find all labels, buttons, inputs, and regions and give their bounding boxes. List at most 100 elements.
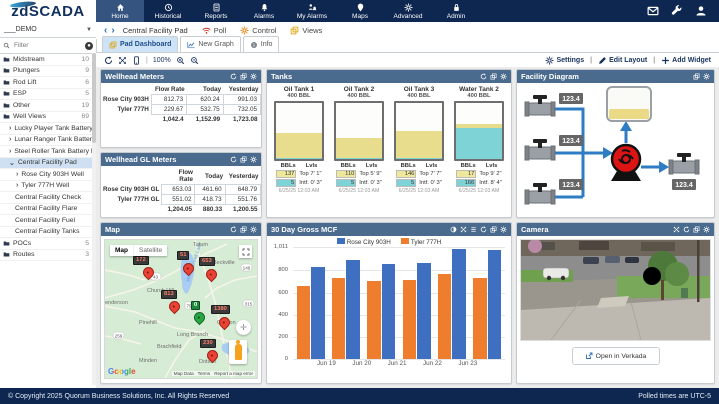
map-marker-label[interactable]: 653	[199, 257, 215, 266]
nav-item-home[interactable]: Home	[96, 0, 144, 22]
nav-item-alarms[interactable]: Alarms	[240, 0, 288, 22]
sidebar-item-central-facility-check[interactable]: Central Facility Check	[0, 192, 96, 204]
nav-item-advanced[interactable]: Advanced	[384, 0, 432, 22]
chart-bar[interactable]	[487, 249, 502, 359]
map-data-link[interactable]: Map Data	[174, 371, 194, 376]
gear-icon[interactable]	[500, 73, 507, 80]
map-type-satellite-button[interactable]: Satellite	[133, 245, 168, 256]
chart-bar[interactable]	[296, 285, 311, 359]
map-fullscreen-button[interactable]	[239, 245, 252, 258]
nav-item-admin[interactable]: Admin	[432, 0, 480, 22]
chart-bar[interactable]	[402, 280, 417, 359]
map-marker-label[interactable]: 813	[161, 290, 177, 299]
expand-icon[interactable]	[673, 226, 680, 233]
map-marker-label[interactable]: 172	[133, 256, 149, 265]
nav-item-maps[interactable]: Maps	[336, 0, 384, 22]
refresh-icon[interactable]	[230, 226, 237, 233]
control-button[interactable]: Control	[240, 26, 276, 35]
sidebar-item-central-facility-tanks[interactable]: Central Facility Tanks	[0, 227, 96, 238]
chart-bar[interactable]	[332, 278, 346, 359]
nav-item-historical[interactable]: Historical	[144, 0, 192, 22]
sidebar-item-lunar-ranger[interactable]: ›Lunar Ranger Tank Battery Pad	[0, 135, 96, 146]
open-in-verkada-button[interactable]: Open in Verkada	[571, 347, 660, 365]
chart-bar[interactable]	[473, 277, 487, 359]
gear-icon[interactable]	[250, 226, 257, 233]
chart-bar[interactable]	[346, 259, 360, 359]
sidebar-item-routes[interactable]: Routes 3	[0, 250, 96, 261]
chart-bar[interactable]	[438, 273, 452, 359]
refresh-icon[interactable]	[230, 156, 237, 163]
tank-graphic[interactable]	[394, 101, 444, 161]
sidebar-item-rod-lift[interactable]: Rod Lift 6	[0, 77, 96, 89]
map-canvas[interactable]: Martin Creek Lake 43 149 259 315 79 Tatu…	[104, 239, 258, 379]
pegman-control[interactable]	[229, 340, 247, 364]
edit-layout-button[interactable]: Edit Layout	[598, 56, 647, 65]
sidebar-item-other[interactable]: Other 19	[0, 100, 96, 112]
sidebar-item-tyler-well[interactable]: › Tyler 777H Well	[0, 181, 96, 192]
tank-graphic[interactable]	[334, 101, 384, 161]
chart-bar[interactable]	[417, 262, 431, 359]
filter-input[interactable]	[12, 41, 83, 50]
user-icon[interactable]	[695, 5, 707, 17]
chart-bar[interactable]	[452, 248, 466, 359]
map-marker-label[interactable]: 51	[177, 251, 190, 260]
sidebar-item-steel-roller[interactable]: › Steel Roller Tank Battery Pad	[0, 146, 96, 158]
forward-button[interactable]: ›	[111, 25, 114, 36]
tank-graphic[interactable]	[274, 101, 324, 161]
tab-pad-dashboard[interactable]: Pad Dashboard	[102, 36, 179, 52]
report-error-link[interactable]: Report a map error	[214, 371, 253, 376]
map-type-map-button[interactable]: Map	[110, 245, 133, 256]
refresh-icon[interactable]	[683, 226, 690, 233]
nav-item-my-alarms[interactable]: My Alarms	[288, 0, 336, 22]
refresh-icon[interactable]	[104, 56, 113, 65]
expand-icon[interactable]	[118, 56, 127, 65]
clone-icon[interactable]	[693, 73, 700, 80]
clone-icon[interactable]	[240, 73, 247, 80]
clone-icon[interactable]	[240, 226, 247, 233]
wrench-icon[interactable]	[671, 5, 683, 17]
tab-info[interactable]: Info	[242, 36, 280, 52]
add-widget-button[interactable]: Add Widget	[661, 56, 711, 65]
sidebar-item-plungers[interactable]: Plungers 9	[0, 66, 96, 77]
refresh-icon[interactable]	[480, 226, 487, 233]
legend-item[interactable]: Tyler 777H	[400, 237, 441, 246]
sidebar-item-central-facility-flare[interactable]: Central Facility Flare	[0, 204, 96, 215]
sidebar-item-pocs[interactable]: POCs 5	[0, 238, 96, 250]
tank-graphic[interactable]	[454, 101, 504, 161]
gear-icon[interactable]	[250, 73, 257, 80]
clone-icon[interactable]	[693, 226, 700, 233]
clone-icon[interactable]	[490, 73, 497, 80]
sidebar-item-central-facility-fuel[interactable]: Central Facility Fuel	[0, 215, 96, 227]
sidebar-item-esp[interactable]: ESP 5	[0, 89, 96, 100]
google-logo[interactable]: Google	[108, 367, 136, 376]
gear-icon[interactable]	[703, 73, 710, 80]
zoom-out-icon[interactable]	[190, 56, 199, 65]
refresh-icon[interactable]	[480, 73, 487, 80]
map-marker-label[interactable]: 0	[191, 301, 201, 310]
gear-icon[interactable]	[500, 226, 507, 233]
nav-item-reports[interactable]: Reports	[192, 0, 240, 22]
poll-button[interactable]: Poll	[202, 26, 226, 35]
map-pan-control[interactable]: ✛	[236, 320, 251, 335]
filter-options-icon[interactable]: ●	[85, 41, 93, 50]
mobile-view-icon[interactable]	[132, 56, 141, 65]
clone-icon[interactable]	[240, 156, 247, 163]
chart-bar[interactable]	[311, 266, 325, 359]
facility-diagram-graphic[interactable]: 123.4 123.4 123.4 123.4	[519, 85, 710, 215]
map-marker-label[interactable]: 230	[200, 339, 216, 348]
sidebar-item-central-facility-pad[interactable]: ⌄ Central Facility Pad	[0, 157, 96, 169]
clone-icon[interactable]	[490, 226, 497, 233]
terms-link[interactable]: Terms	[198, 371, 211, 376]
sidebar-item-well-views[interactable]: Well Views 69	[0, 112, 96, 123]
views-button[interactable]: Views	[290, 26, 322, 35]
sidebar-item-midstream[interactable]: Midstream 10	[0, 54, 96, 66]
refresh-icon[interactable]	[230, 73, 237, 80]
mail-icon[interactable]	[647, 5, 659, 17]
sidebar-item-rose-city-well[interactable]: › Rose City 903H Well	[0, 169, 96, 181]
chart-bar[interactable]	[381, 264, 396, 359]
settings-button[interactable]: Settings	[545, 56, 584, 65]
gear-icon[interactable]	[250, 156, 257, 163]
zoom-in-icon[interactable]	[176, 56, 185, 65]
back-button[interactable]: ‹	[104, 25, 107, 36]
camera-feed-image[interactable]	[520, 239, 711, 341]
